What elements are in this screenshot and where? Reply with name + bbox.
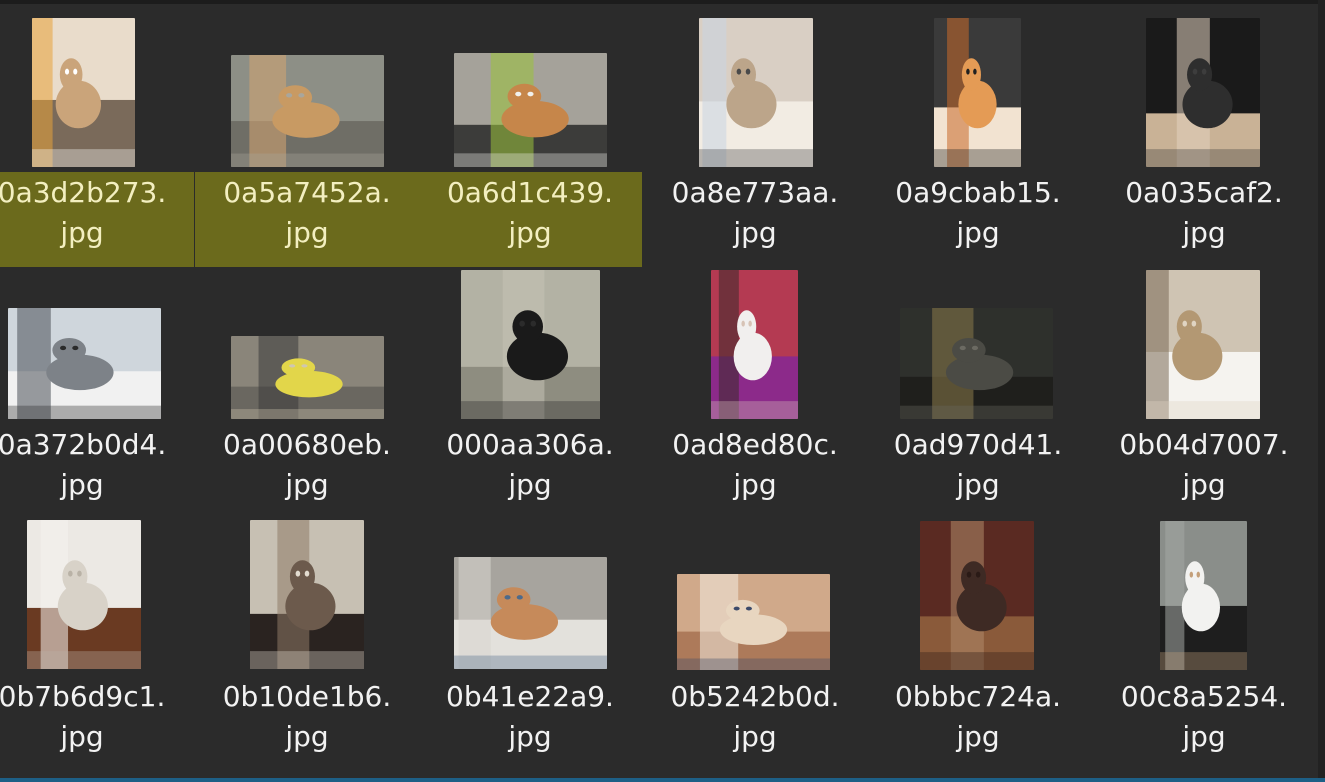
file-item[interactable]: 0ad970d41. jpg <box>866 252 1090 504</box>
file-item[interactable]: 0b41e22a9. jpg <box>418 504 642 756</box>
file-name-line1: 0b5242b0d. <box>670 680 840 713</box>
bottom-border <box>0 778 1325 782</box>
dog-thumbnail <box>677 574 830 670</box>
cat-thumbnail <box>1146 18 1260 167</box>
file-name-line2: jpg <box>1182 216 1226 249</box>
dog-thumbnail <box>1146 270 1260 419</box>
cat-thumbnail <box>934 18 1021 167</box>
dog-thumbnail <box>1160 521 1247 670</box>
file-item[interactable]: 0ad8ed80c. jpg <box>643 252 867 504</box>
file-name-line1: 0a372b0d4. <box>0 428 167 461</box>
file-item[interactable]: 0b7b6d9c1. jpg <box>0 504 194 756</box>
file-name-line1: 0ad8ed80c. <box>672 428 838 461</box>
cat-thumbnail <box>8 308 161 419</box>
file-item[interactable]: 0a035caf2. jpg <box>1092 0 1316 252</box>
file-name-line2: jpg <box>956 216 1000 249</box>
file-name-line1: 0b41e22a9. <box>446 680 614 713</box>
file-name-line2: jpg <box>733 216 777 249</box>
file-item[interactable]: 0a9cbab15. jpg <box>866 0 1090 252</box>
file-name-line1: 0a9cbab15. <box>895 176 1061 209</box>
file-name-line2: jpg <box>956 468 1000 501</box>
file-name-line1: 0b04d7007. <box>1119 428 1289 461</box>
file-name-line2: jpg <box>285 468 329 501</box>
dog-thumbnail <box>920 521 1034 670</box>
file-name-line1: 0bbbc724a. <box>894 680 1062 713</box>
file-name-line2: jpg <box>60 720 104 753</box>
file-name-line1: 0a00680eb. <box>223 428 391 461</box>
dog-thumbnail <box>461 270 600 419</box>
dog-thumbnail <box>454 557 607 669</box>
file-name-line1: 0a035caf2. <box>1125 176 1283 209</box>
file-grid: 0a3d2b273. jpg 0a5a7452a. jpg 0a6d1c439. jp… <box>0 0 1318 778</box>
file-name-line1: 0a8e773aa. <box>671 176 839 209</box>
vertical-scrollbar-track[interactable] <box>1318 0 1325 782</box>
file-item[interactable]: 0a5a7452a. jpg <box>195 0 419 267</box>
file-item[interactable]: 0a3d2b273. jpg <box>0 0 194 267</box>
file-item[interactable]: 0b04d7007. jpg <box>1092 252 1316 504</box>
file-name-line2: jpg <box>508 468 552 501</box>
file-name-line1: 0a3d2b273. <box>0 176 167 209</box>
file-item[interactable]: 0a372b0d4. jpg <box>0 252 194 504</box>
file-item[interactable]: 0b10de1b6. jpg <box>195 504 419 756</box>
cat-thumbnail <box>711 270 798 419</box>
cat-thumbnail <box>231 336 384 419</box>
dog-thumbnail <box>454 53 607 167</box>
file-name-line2: jpg <box>285 216 329 249</box>
dog-thumbnail <box>231 55 384 167</box>
file-name-line1: 0b7b6d9c1. <box>0 680 166 713</box>
file-item[interactable]: 0bbbc724a. jpg <box>866 504 1090 756</box>
file-name-line2: jpg <box>733 720 777 753</box>
file-item[interactable]: 0b5242b0d. jpg <box>643 504 867 756</box>
file-item[interactable]: 0a00680eb. jpg <box>195 252 419 504</box>
file-item[interactable]: 00c8a5254. jpg <box>1092 504 1316 756</box>
file-name-line1: 0ad970d41. <box>893 428 1063 461</box>
file-name-line2: jpg <box>956 720 1000 753</box>
file-name-line1: 0b10de1b6. <box>222 680 392 713</box>
file-name-line1: 0a6d1c439. <box>446 176 614 209</box>
file-name-line2: jpg <box>733 468 777 501</box>
file-name-line1: 00c8a5254. <box>1120 680 1288 713</box>
cat-thumbnail <box>699 18 813 167</box>
file-name-line2: jpg <box>1182 720 1226 753</box>
file-item[interactable]: 0a6d1c439. jpg <box>418 0 642 267</box>
file-name-line2: jpg <box>60 216 104 249</box>
file-name-line2: jpg <box>508 216 552 249</box>
file-name-line2: jpg <box>60 468 104 501</box>
cat-thumbnail <box>32 18 135 167</box>
file-name-line1: 000aa306a. <box>446 428 614 461</box>
file-item[interactable]: 000aa306a. jpg <box>418 252 642 504</box>
cat-thumbnail <box>900 308 1053 419</box>
file-name-line2: jpg <box>508 720 552 753</box>
dog-thumbnail <box>250 520 364 669</box>
file-name-line1: 0a5a7452a. <box>223 176 391 209</box>
dog-thumbnail <box>27 520 141 669</box>
file-item[interactable]: 0a8e773aa. jpg <box>643 0 867 252</box>
file-name-line2: jpg <box>1182 468 1226 501</box>
file-name-line2: jpg <box>285 720 329 753</box>
file-manager-view: 0a3d2b273. jpg 0a5a7452a. jpg 0a6d1c439. jp… <box>0 0 1325 782</box>
